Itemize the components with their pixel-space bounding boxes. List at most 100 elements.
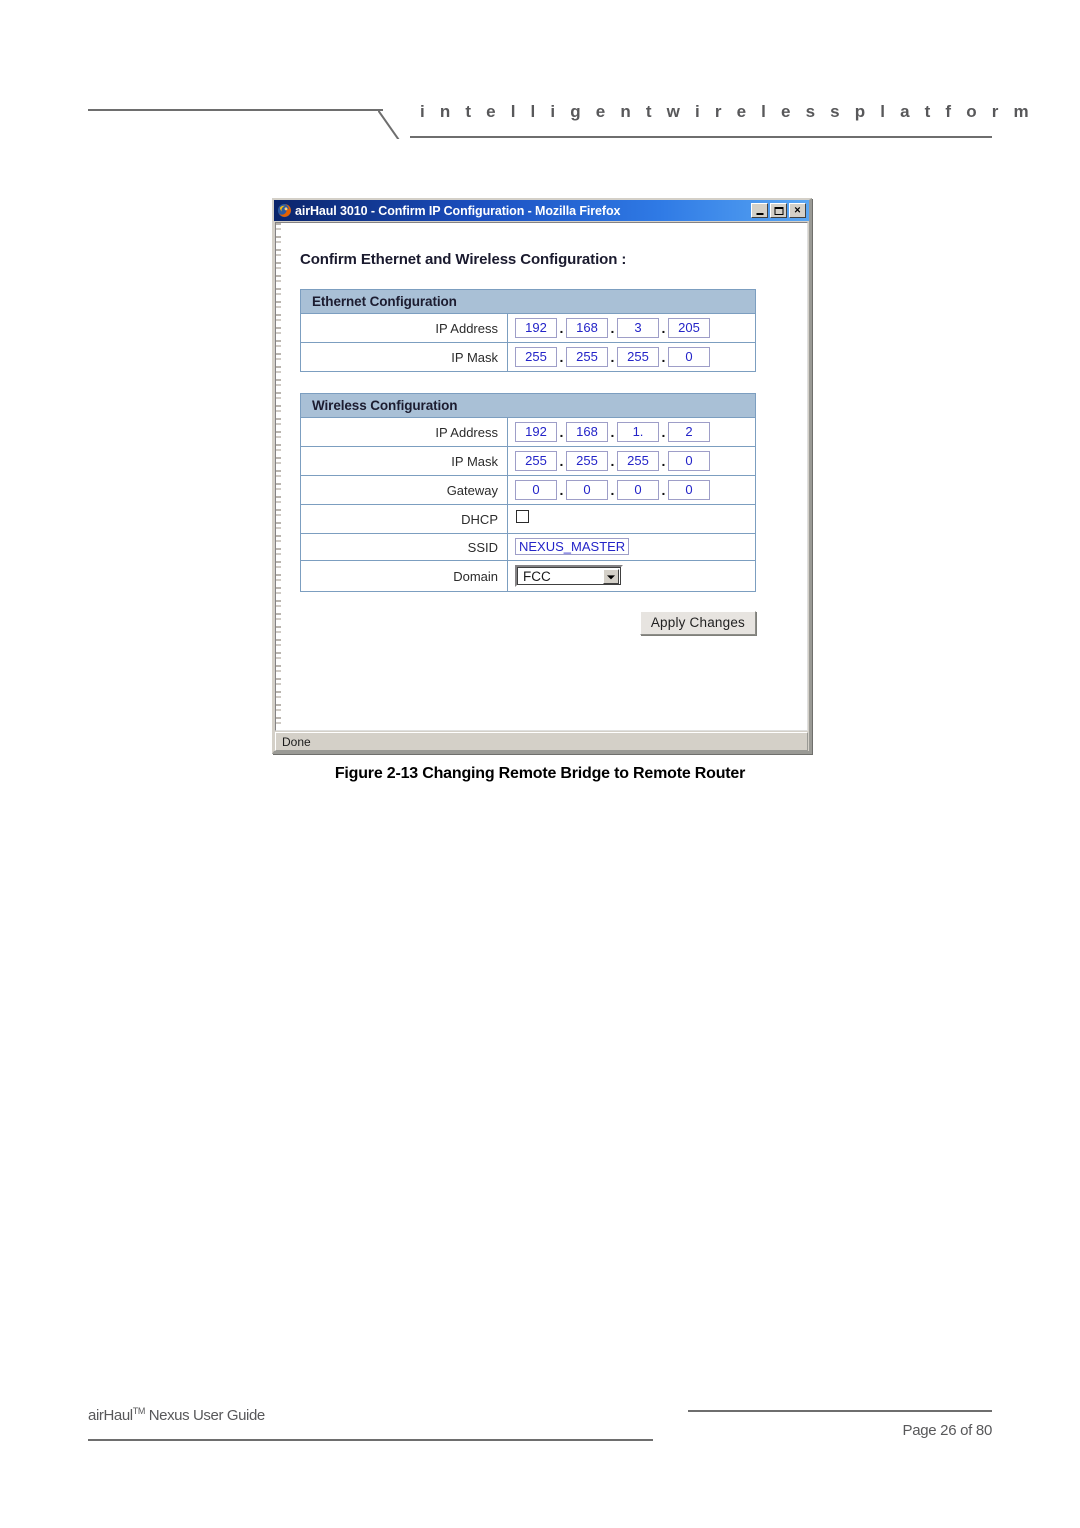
page-footer: airHaulTM Nexus User Guide Page 26 of 80 [0, 1398, 1080, 1454]
web-page-body: Confirm Ethernet and Wireless Configurat… [283, 223, 807, 730]
header-tagline: i n t e l l i g e n t w i r e l e s s p … [420, 102, 1034, 121]
browser-viewport: Confirm Ethernet and Wireless Configurat… [275, 222, 808, 731]
footer-document-title: airHaulTM Nexus User Guide [88, 1406, 265, 1424]
table-row: IP Address 192 . 168 . 3 . 205 [300, 313, 756, 343]
apply-changes-button[interactable]: Apply Changes [639, 611, 756, 635]
octet-separator: . [661, 482, 666, 498]
octet-separator: . [610, 424, 615, 440]
row-value-gateway: 0 . 0 . 0 . 0 [507, 475, 756, 505]
dhcp-checkbox[interactable] [516, 510, 529, 523]
octet-separator: . [559, 320, 564, 336]
octet-field-1[interactable]: 255 [515, 347, 557, 367]
octet-field-3[interactable]: 0 [617, 480, 659, 500]
row-value-dhcp [507, 504, 756, 534]
footer-brand: airHaul [88, 1407, 133, 1424]
octet-field-3[interactable]: 1. [617, 422, 659, 442]
row-label-gateway: Gateway [300, 475, 508, 505]
firefox-icon [277, 203, 292, 218]
page-header-banner: i n t e l l i g e n t w i r e l e s s p … [0, 96, 1080, 144]
table-row: IP Mask 255 . 255 . 255 . 0 [300, 446, 756, 476]
octet-group-wlan-mask: 255 . 255 . 255 . 0 [515, 451, 755, 471]
row-value-domain: FCC [507, 560, 756, 592]
octet-field-1[interactable]: 192 [515, 422, 557, 442]
octet-field-4[interactable]: 0 [668, 347, 710, 367]
row-value-ip-address: 192 . 168 . 1. . 2 [507, 417, 756, 447]
octet-separator: . [559, 482, 564, 498]
ethernet-configuration-table: Ethernet Configuration IP Address 192 . … [300, 289, 756, 372]
octet-group-eth-mask: 255 . 255 . 255 . 0 [515, 347, 755, 367]
footer-title-rest: Nexus User Guide [144, 1407, 266, 1424]
window-titlebar[interactable]: airHaul 3010 - Confirm IP Configuration … [274, 200, 809, 221]
octet-separator: . [661, 424, 666, 440]
octet-field-4[interactable]: 0 [668, 451, 710, 471]
octet-field-3[interactable]: 255 [617, 451, 659, 471]
octet-separator: . [559, 453, 564, 469]
section-title-ethernet: Ethernet Configuration [300, 289, 756, 314]
figure-caption: Figure 2-13 Changing Remote Bridge to Re… [334, 765, 746, 782]
octet-field-4[interactable]: 0 [668, 480, 710, 500]
header-diagonal-rule [378, 109, 420, 139]
row-value-ssid: NEXUS_MASTER [507, 533, 756, 561]
section-title-wireless: Wireless Configuration [300, 393, 756, 418]
row-value-ip-address: 192 . 168 . 3 . 205 [507, 313, 756, 343]
row-label-ssid: SSID [300, 533, 508, 561]
chevron-down-icon[interactable] [603, 569, 619, 584]
table-row: SSID NEXUS_MASTER [300, 533, 756, 561]
row-value-ip-mask: 255 . 255 . 255 . 0 [507, 342, 756, 372]
window-controls: × [751, 203, 807, 218]
footer-page-number: Page 26 of 80 [902, 1422, 992, 1439]
status-text: Done [282, 734, 311, 749]
octet-group-gateway: 0 . 0 . 0 . 0 [515, 480, 755, 500]
octet-separator: . [661, 320, 666, 336]
octet-field-1[interactable]: 0 [515, 480, 557, 500]
octet-field-1[interactable]: 192 [515, 318, 557, 338]
row-label-domain: Domain [300, 560, 508, 592]
table-row: Gateway 0 . 0 . 0 . 0 [300, 475, 756, 505]
octet-separator: . [559, 424, 564, 440]
close-icon[interactable]: × [789, 203, 806, 218]
browser-status-bar: Done [275, 732, 808, 751]
page-edge-strip [276, 223, 281, 730]
octet-separator: . [559, 349, 564, 365]
wireless-configuration-table: Wireless Configuration IP Address 192 . … [300, 393, 756, 592]
browser-window: airHaul 3010 - Confirm IP Configuration … [272, 198, 812, 754]
minimize-button[interactable] [751, 203, 768, 218]
row-label-ip-mask: IP Mask [300, 446, 508, 476]
octet-field-2[interactable]: 255 [566, 347, 608, 367]
table-row: IP Mask 255 . 255 . 255 . 0 [300, 342, 756, 372]
octet-field-2[interactable]: 168 [566, 422, 608, 442]
octet-separator: . [610, 453, 615, 469]
octet-field-3[interactable]: 255 [617, 347, 659, 367]
octet-separator: . [661, 453, 666, 469]
table-row: DHCP [300, 504, 756, 534]
window-title: airHaul 3010 - Confirm IP Configuration … [295, 203, 621, 218]
octet-field-3[interactable]: 3 [617, 318, 659, 338]
octet-separator: . [610, 349, 615, 365]
row-label-ip-address: IP Address [300, 417, 508, 447]
domain-select[interactable]: FCC [515, 565, 623, 587]
table-row: IP Address 192 . 168 . 1. . 2 [300, 417, 756, 447]
ssid-input[interactable]: NEXUS_MASTER [515, 538, 630, 555]
footer-rule-right [688, 1410, 992, 1412]
octet-separator: . [610, 482, 615, 498]
octet-separator: . [661, 349, 666, 365]
domain-selected-value: FCC [523, 568, 551, 584]
page-title: Confirm Ethernet and Wireless Configurat… [300, 251, 627, 268]
row-label-ip-mask: IP Mask [300, 342, 508, 372]
octet-field-2[interactable]: 168 [566, 318, 608, 338]
maximize-button[interactable] [770, 203, 787, 218]
footer-diagonal-rule [650, 1410, 692, 1441]
row-label-ip-address: IP Address [300, 313, 508, 343]
section-header-row: Ethernet Configuration [300, 289, 756, 314]
apply-button-row: Apply Changes [283, 611, 756, 635]
octet-field-4[interactable]: 205 [668, 318, 710, 338]
header-rule-right [410, 136, 992, 138]
octet-field-4[interactable]: 2 [668, 422, 710, 442]
octet-field-2[interactable]: 255 [566, 451, 608, 471]
octet-field-1[interactable]: 255 [515, 451, 557, 471]
header-rule-left [88, 109, 383, 111]
octet-field-2[interactable]: 0 [566, 480, 608, 500]
octet-group-eth-ip: 192 . 168 . 3 . 205 [515, 318, 755, 338]
octet-separator: . [610, 320, 615, 336]
row-value-ip-mask: 255 . 255 . 255 . 0 [507, 446, 756, 476]
